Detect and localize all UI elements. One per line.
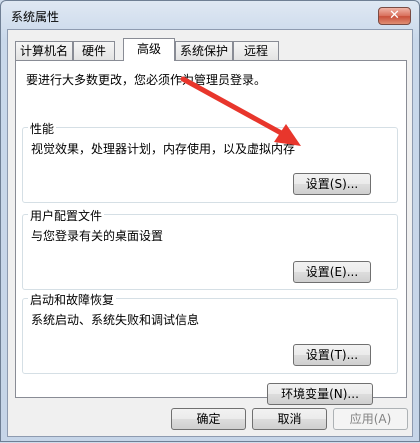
- performance-title: 性能: [28, 120, 57, 137]
- cancel-button[interactable]: 取消: [252, 408, 327, 430]
- tab-computer-name[interactable]: 计算机名: [15, 41, 73, 60]
- title-bar[interactable]: 系统属性 ✕: [1, 1, 419, 29]
- system-properties-window: 系统属性 ✕ 计算机名 硬件 高级 系统保护 远程 要进行大多数更改，您必须作为…: [0, 0, 420, 442]
- environment-variables-button[interactable]: 环境变量(N)...: [267, 383, 373, 405]
- close-button[interactable]: ✕: [378, 7, 411, 25]
- performance-group: 性能 视觉效果，处理器计划，内存使用，以及虚拟内存 设置(S)...: [22, 120, 398, 203]
- user-profiles-description: 与您登录有关的桌面设置: [31, 229, 164, 243]
- ok-button[interactable]: 确定: [171, 408, 246, 430]
- tab-advanced[interactable]: 高级: [123, 38, 175, 61]
- window-title: 系统属性: [11, 10, 60, 24]
- dialog-client-area: 计算机名 硬件 高级 系统保护 远程 要进行大多数更改，您必须作为管理员登录。 …: [7, 29, 413, 437]
- performance-settings-button[interactable]: 设置(S)...: [293, 173, 371, 195]
- startup-recovery-settings-button[interactable]: 设置(T)...: [293, 344, 371, 366]
- startup-recovery-description: 系统启动、系统失败和调试信息: [31, 313, 200, 327]
- admin-note: 要进行大多数更改，您必须作为管理员登录。: [26, 73, 267, 87]
- tab-system-protection[interactable]: 系统保护: [175, 41, 233, 60]
- startup-recovery-group: 启动和故障恢复 系统启动、系统失败和调试信息 设置(T)...: [22, 291, 398, 374]
- tab-hardware[interactable]: 硬件: [73, 41, 115, 60]
- user-profiles-title: 用户配置文件: [28, 207, 105, 224]
- performance-description: 视觉效果，处理器计划，内存使用，以及虚拟内存: [31, 142, 296, 156]
- advanced-tab-panel: 要进行大多数更改，您必须作为管理员登录。 性能 视觉效果，处理器计划，内存使用，…: [15, 60, 407, 405]
- close-icon: ✕: [389, 8, 400, 23]
- tab-remote[interactable]: 远程: [233, 41, 279, 60]
- apply-button[interactable]: 应用(A): [333, 408, 408, 430]
- user-profiles-settings-button[interactable]: 设置(E)...: [293, 261, 371, 283]
- user-profiles-group: 用户配置文件 与您登录有关的桌面设置 设置(E)...: [22, 207, 398, 290]
- startup-recovery-title: 启动和故障恢复: [28, 291, 117, 308]
